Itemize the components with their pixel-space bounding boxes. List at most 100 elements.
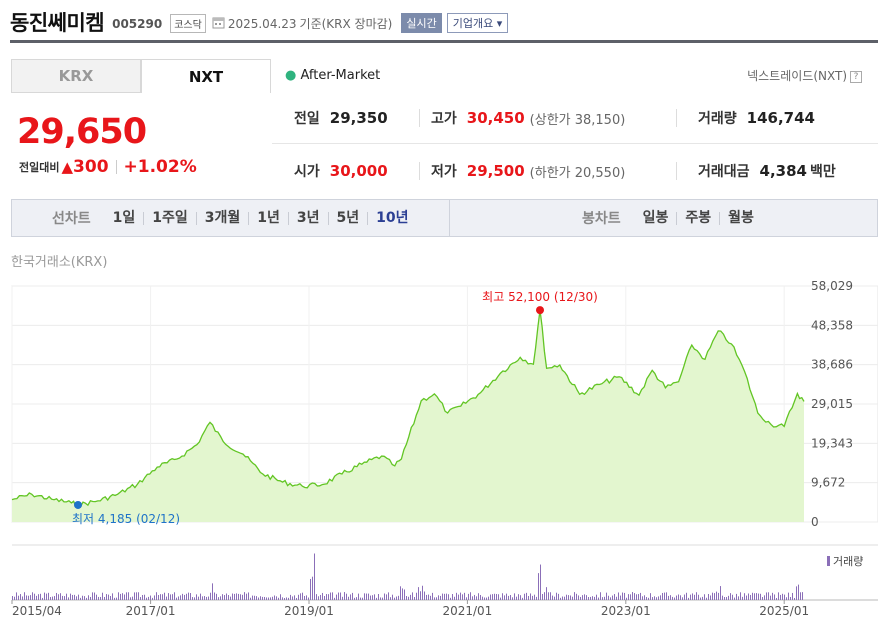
volume-bar — [580, 596, 581, 600]
candle-daily[interactable]: 일봉 — [635, 211, 677, 225]
volume-bar — [402, 588, 403, 600]
volume-bar — [70, 593, 71, 600]
volume-bar — [636, 594, 637, 600]
volume-bar — [486, 597, 487, 600]
period-3m[interactable]: 3개월 — [195, 211, 249, 225]
volume-bar — [20, 594, 21, 600]
tab-nxt[interactable]: NXT — [141, 59, 271, 93]
volume-bar — [354, 597, 355, 600]
volume-bar — [164, 592, 165, 600]
volume-bar — [452, 594, 453, 600]
company-overview-label: 기업개요 — [452, 17, 494, 30]
volume-bar — [526, 592, 527, 600]
period-5y[interactable]: 5년 — [327, 211, 368, 225]
realtime-button[interactable]: 실시간 — [401, 13, 442, 33]
volume-bar — [586, 595, 587, 600]
volume-bar — [434, 597, 435, 600]
volume-bar — [80, 597, 81, 600]
x-tick-label: 2025/01 — [759, 604, 809, 618]
volume-bar — [556, 592, 557, 600]
volume-bar — [162, 594, 163, 600]
volume-bar — [562, 596, 563, 600]
volume-bar — [514, 593, 515, 600]
company-overview-button[interactable]: 기업개요 ▾ — [446, 13, 509, 33]
volume-bar — [548, 592, 549, 600]
volume-bar — [444, 593, 445, 600]
volume-bar — [652, 597, 653, 600]
volume-bar — [776, 597, 777, 600]
volume-bar — [462, 594, 463, 600]
line-chart-periods: 선차트 1일 1주일 3개월 1년 3년 5년 10년 — [52, 200, 417, 236]
volume-bar — [242, 594, 243, 600]
volume-bar — [760, 593, 761, 600]
volume-bar — [374, 594, 375, 600]
volume-bar — [454, 596, 455, 600]
y-tick-label: 19,343 — [811, 436, 853, 450]
volume-bar — [372, 595, 373, 600]
volume-bar — [608, 595, 609, 600]
volume-bar — [26, 595, 27, 600]
period-1y[interactable]: 1년 — [248, 211, 288, 225]
volume-bar — [420, 591, 421, 600]
candle-weekly[interactable]: 주봉 — [676, 211, 719, 225]
period-10y[interactable]: 10년 — [367, 211, 416, 225]
volume-bar — [640, 592, 641, 600]
volume-bar — [784, 594, 785, 600]
period-1w[interactable]: 1주일 — [143, 211, 196, 225]
volume-bar — [224, 595, 225, 600]
volume-bar — [698, 594, 699, 600]
stat-value: 29,350 — [329, 109, 388, 127]
help-icon[interactable]: ? — [850, 71, 862, 83]
volume-bar — [438, 595, 439, 600]
volume-bar — [234, 593, 235, 600]
volume-bar — [624, 592, 625, 600]
stock-header: 동진쎄미켐 005290 코스닥 2025.04.23 기준(KRX 장마감) … — [10, 6, 878, 38]
volume-bar — [326, 594, 327, 600]
stats-table: 전일 29,350 고가 30,450 (상한가 38,150) 거래량 146,744… — [272, 92, 878, 197]
volume-bar — [210, 592, 211, 600]
volume-bar — [430, 595, 431, 600]
volume-bar — [266, 597, 267, 600]
price-change: 전일대비 ▲ 300 +1.02% — [19, 157, 197, 177]
status-dot-icon: ● — [285, 68, 297, 83]
volume-bar — [74, 594, 75, 600]
volume-bar — [128, 592, 129, 600]
stat-limit: (하한가 20,550) — [529, 165, 626, 181]
period-3y[interactable]: 3년 — [287, 211, 328, 225]
stat-value: 4,384 — [759, 162, 807, 180]
volume-bar — [310, 578, 311, 600]
volume-bar — [474, 594, 475, 600]
volume-bar — [222, 594, 223, 600]
tab-krx[interactable]: KRX — [11, 59, 141, 93]
stat-label: 전일 — [294, 111, 320, 127]
volume-bar — [14, 596, 15, 600]
stat-limit: (상한가 38,150) — [529, 112, 626, 128]
volume-bar — [358, 593, 359, 600]
candle-monthly[interactable]: 월봉 — [719, 211, 762, 225]
volume-bar — [666, 592, 667, 600]
price-area — [12, 310, 804, 522]
volume-bar — [302, 592, 303, 600]
volume-bar — [44, 592, 45, 600]
volume-bar — [606, 592, 607, 600]
volume-bar — [22, 596, 23, 600]
volume-bar — [42, 597, 43, 600]
volume-bar — [140, 597, 141, 600]
volume-bar — [632, 592, 633, 600]
volume-bar — [338, 592, 339, 600]
volume-bar — [16, 592, 17, 600]
stats-row: 시가 30,000 저가 29,500 (하한가 20,550) 거래대금 4,384 백… — [272, 145, 878, 197]
volume-bar — [668, 595, 669, 600]
volume-bar — [48, 592, 49, 600]
candle-chart-periods: 봉차트 일봉 주봉 월봉 — [582, 200, 762, 236]
volume-bar — [50, 597, 51, 600]
volume-bar — [674, 597, 675, 600]
volume-bar — [416, 592, 417, 600]
period-1d[interactable]: 1일 — [105, 211, 144, 225]
volume-bar — [180, 595, 181, 600]
volume-bar — [54, 596, 55, 600]
volume-bar — [774, 594, 775, 600]
volume-bar — [660, 595, 661, 600]
volume-bar — [38, 594, 39, 600]
volume-bar — [634, 593, 635, 600]
